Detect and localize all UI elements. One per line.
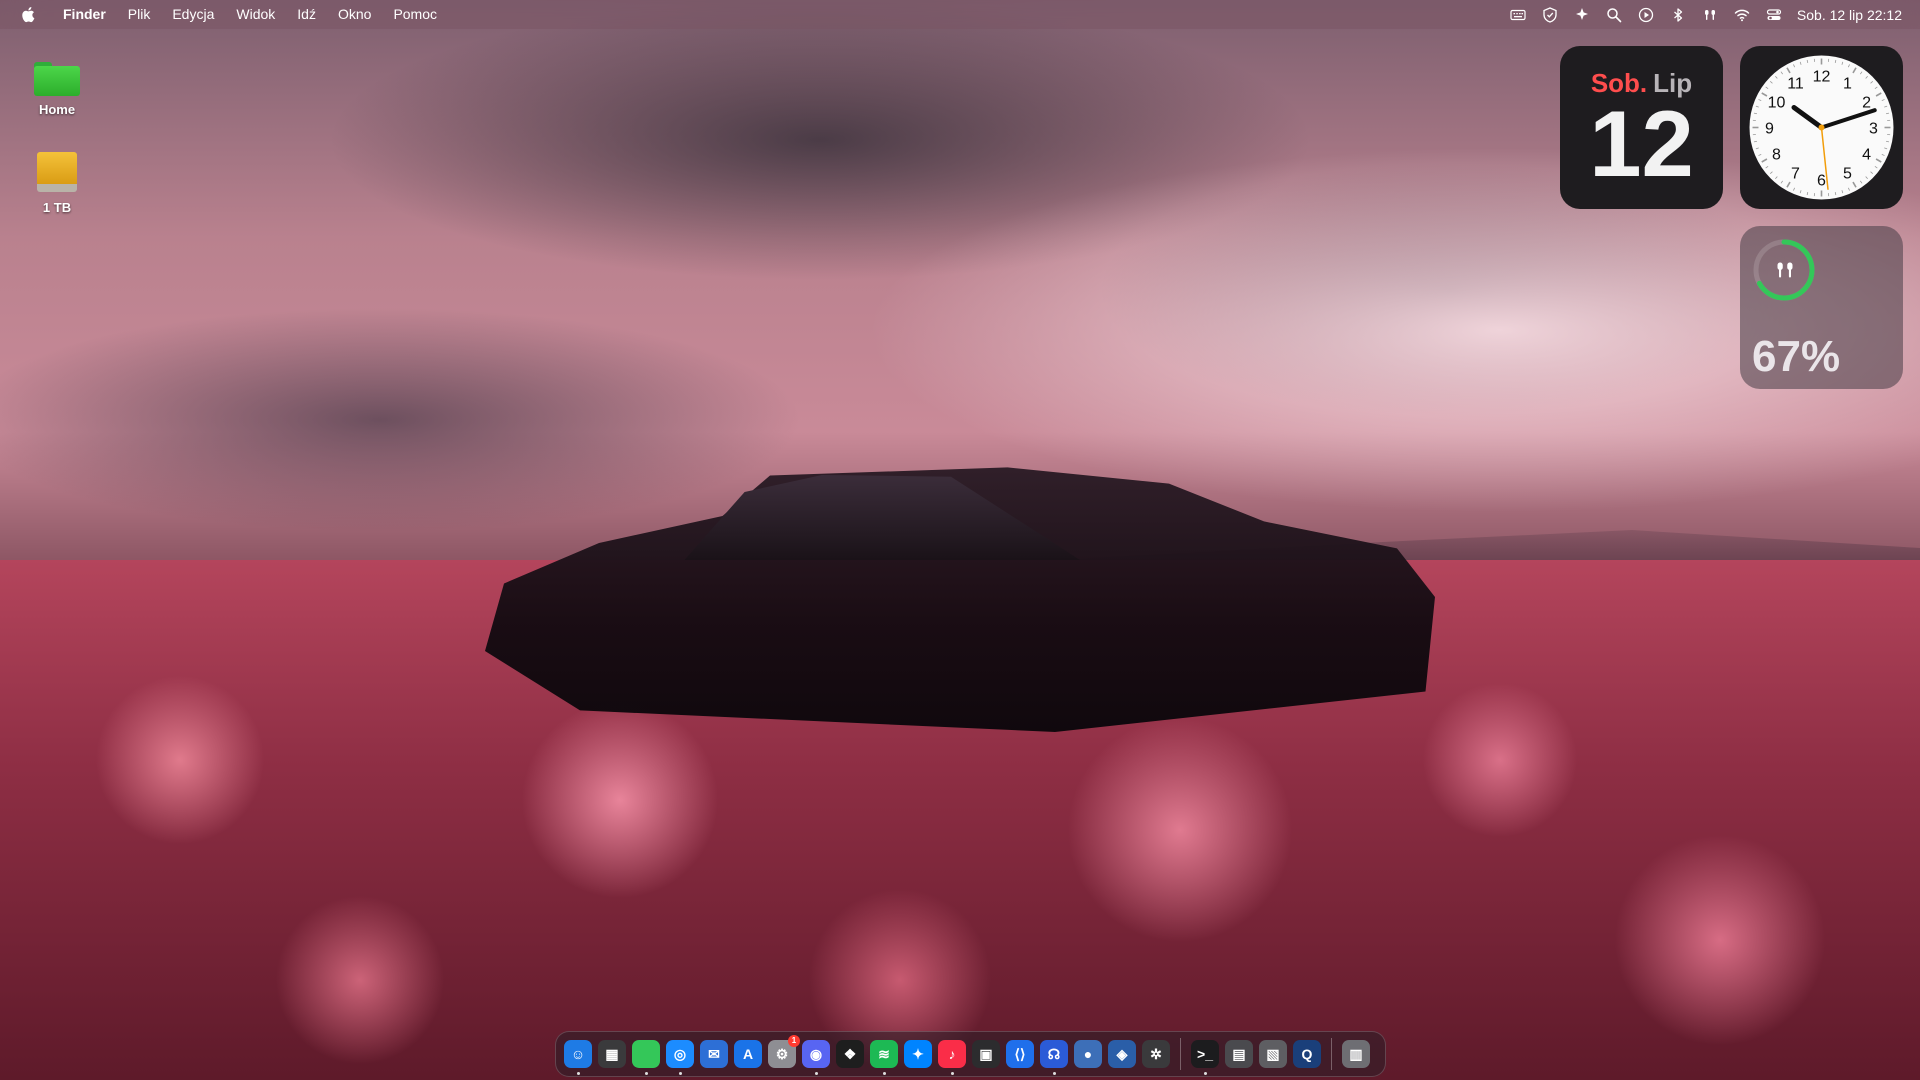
running-indicator xyxy=(950,1072,954,1075)
battery-widget[interactable]: 67% xyxy=(1740,226,1903,389)
safari-icon[interactable]: ◎ xyxy=(666,1040,694,1075)
camera-icon[interactable]: ▣ xyxy=(972,1040,1000,1068)
clock-number: 1 xyxy=(1843,75,1852,92)
notification-badge: 1 xyxy=(788,1035,800,1047)
clock-number: 5 xyxy=(1843,166,1852,183)
apple-menu-icon[interactable] xyxy=(18,6,36,24)
messenger-icon[interactable]: ✦ xyxy=(904,1040,932,1068)
control-center-icon[interactable] xyxy=(1765,6,1783,24)
clock-number: 7 xyxy=(1791,166,1800,183)
airpods-icon xyxy=(1773,258,1797,282)
menu-pomoc[interactable]: Pomoc xyxy=(382,0,448,29)
clock-number: 12 xyxy=(1813,69,1831,86)
bluetooth-icon[interactable] xyxy=(1669,6,1687,24)
discord-icon[interactable]: ◉ xyxy=(802,1040,830,1075)
calendar-widget[interactable]: Sob. Lip 12 xyxy=(1560,46,1723,209)
folder-icon[interactable] xyxy=(632,1040,660,1075)
launchpad-icon[interactable]: ▦ xyxy=(598,1040,626,1068)
mail-icon[interactable]: ✉ xyxy=(700,1040,728,1068)
dock-separator xyxy=(1331,1038,1332,1070)
dock-separator xyxy=(1180,1038,1181,1070)
calendar-day: 12 xyxy=(1589,91,1694,196)
running-indicator xyxy=(644,1072,648,1075)
shield-icon[interactable] xyxy=(1541,6,1559,24)
desktop-icon-label: Home xyxy=(38,102,76,117)
support-icon[interactable]: ☊ xyxy=(1040,1040,1068,1075)
airpods-icon[interactable] xyxy=(1701,6,1719,24)
clock-number: 9 xyxy=(1765,121,1774,138)
clock-number: 11 xyxy=(1787,75,1804,92)
quicktime-icon[interactable]: Q xyxy=(1293,1040,1321,1068)
activity-monitor-icon[interactable]: ▤ xyxy=(1225,1040,1253,1068)
wifi-icon[interactable] xyxy=(1733,6,1751,24)
preview-icon[interactable]: ▧ xyxy=(1259,1040,1287,1068)
app-store-icon[interactable]: A xyxy=(734,1040,762,1068)
menu-idz[interactable]: Idź xyxy=(286,0,327,29)
menu-widok[interactable]: Widok xyxy=(225,0,286,29)
terminal-icon[interactable]: >_ xyxy=(1191,1040,1219,1075)
running-indicator xyxy=(1203,1072,1207,1075)
running-indicator xyxy=(678,1072,682,1075)
menu-edycja[interactable]: Edycja xyxy=(161,0,225,29)
desktop-icon-label: 1 TB xyxy=(42,200,72,215)
search-icon[interactable] xyxy=(1605,6,1623,24)
running-indicator xyxy=(882,1072,886,1075)
running-indicator xyxy=(1052,1072,1056,1075)
clock-number: 4 xyxy=(1862,147,1871,164)
analog-clock: 12 12 3 45678 9 1011 xyxy=(1749,55,1894,200)
keyboard-icon[interactable] xyxy=(1509,6,1527,24)
battery-percent: 67% xyxy=(1752,332,1841,381)
chatgpt-icon[interactable]: ✲ xyxy=(1142,1040,1170,1068)
vscode-icon[interactable]: ⟨⟩ xyxy=(1006,1040,1034,1068)
clock-number: 3 xyxy=(1869,121,1878,138)
network-icon[interactable]: ◈ xyxy=(1108,1040,1136,1068)
menu-bar: Finder Plik Edycja Widok Idź Okno Pomoc xyxy=(0,0,1920,29)
menu-plik[interactable]: Plik xyxy=(117,0,162,29)
dock: ☺ ▦ ◎ ✉ A ⚙ 1 ◉ ❖ ≋ ✦ ♪ ▣ ⟨⟩ ☊ ● ◈ ✲ >_ ▤ ▧ Q ▥ xyxy=(555,1031,1386,1077)
menu-okno[interactable]: Okno xyxy=(327,0,382,29)
trash-icon[interactable]: ▥ xyxy=(1342,1040,1370,1068)
menu-app-name[interactable]: Finder xyxy=(52,0,117,29)
green-folder-icon xyxy=(34,62,80,96)
system-settings-icon[interactable]: ⚙ 1 xyxy=(768,1035,800,1068)
clock-number: 6 xyxy=(1817,173,1826,190)
sparkle-icon[interactable] xyxy=(1573,6,1591,24)
spotify-icon[interactable]: ≋ xyxy=(870,1040,898,1075)
running-indicator xyxy=(814,1072,818,1075)
music-icon[interactable]: ♪ xyxy=(938,1040,966,1075)
clock-number: 2 xyxy=(1862,95,1871,112)
finder-icon[interactable]: ☺ xyxy=(564,1040,592,1075)
desktop-icon-drive[interactable]: 1 TB xyxy=(7,152,107,215)
play-icon[interactable] xyxy=(1637,6,1655,24)
external-drive-icon xyxy=(37,152,77,194)
menubar-datetime[interactable]: Sob. 12 lip 22:12 xyxy=(1797,7,1902,23)
desktop-icon-home[interactable]: Home xyxy=(7,62,107,117)
clock-widget[interactable]: 12 1 2 3 4 5 6 7 8 9 10 11 xyxy=(1740,46,1903,209)
clock-number: 8 xyxy=(1772,147,1781,164)
figma-icon[interactable]: ❖ xyxy=(836,1040,864,1068)
clock-number: 10 xyxy=(1768,95,1786,112)
running-indicator xyxy=(576,1072,580,1075)
circle-app-icon[interactable]: ● xyxy=(1074,1040,1102,1068)
